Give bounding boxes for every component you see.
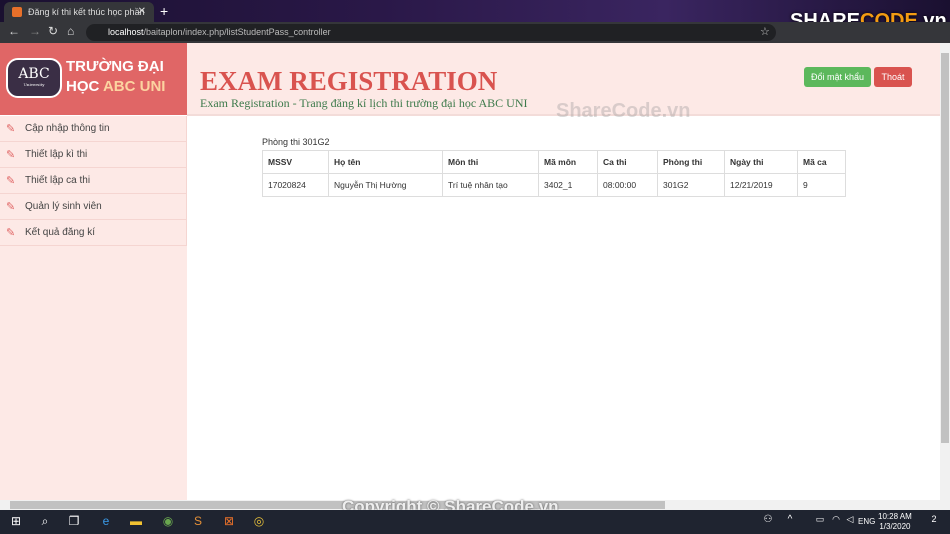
cell: 17020824 [262,173,329,197]
column-header: MSSV [262,150,329,174]
sublime-icon[interactable]: S [190,514,206,530]
cell: Nguyễn Thị Hường [328,173,443,197]
address-bar-row: ← → ↻ ⌂ localhost/baitaplon/index.php/li… [0,22,950,43]
cell: 12/21/2019 [724,173,798,197]
browser-tab[interactable]: Đăng kí thi kết thúc học phần ✕ [4,2,154,22]
university-logo: ABC University [6,58,62,98]
back-icon[interactable]: ← [8,24,20,38]
tab-title: Đăng kí thi kết thúc học phần [28,7,145,17]
search-icon[interactable]: ⌕ [37,514,53,530]
column-header: Môn thi [442,150,539,174]
column-header: Mã ca [797,150,846,174]
cell: 3402_1 [538,173,598,197]
sidebar: ✎ Cập nhập thông tin ✎ Thiết lập kì thi ✎ T… [0,116,187,500]
table-caption: Phòng thi 301G2 [262,137,330,147]
tray-chevron-icon[interactable]: ^ [782,514,798,530]
sidebar-item-shift-setup[interactable]: ✎ Thiết lập ca thi [0,168,187,194]
edge-icon[interactable]: e [98,514,114,530]
taskbar: ⊞ ⌕ ❐ e ▬ ◉ S ⊠ ◎ ⚇ ^ ▭ ◠ ◁ ENG 10:28 AM… [0,510,950,534]
notifications-icon[interactable]: 2 [926,514,942,530]
column-header: Phòng thi [657,150,725,174]
windows-start-icon[interactable]: ⊞ [8,514,24,530]
column-header: Ca thi [597,150,658,174]
app-icon[interactable]: ◉ [160,514,176,530]
close-tab-icon[interactable]: ✕ [138,6,146,17]
task-view-icon[interactable]: ❐ [66,514,82,530]
people-icon[interactable]: ⚇ [760,514,776,530]
watermark: ShareCode.vn [556,100,691,122]
sidebar-item-exam-setup[interactable]: ✎ Thiết lập kì thi [0,142,187,168]
favicon-icon [12,7,22,17]
page-subtitle: Exam Registration - Trang đăng kí lịch t… [200,96,528,110]
xampp-icon[interactable]: ⊠ [221,514,237,530]
cell: 08:00:00 [597,173,658,197]
list-icon: ✎ [6,175,16,187]
brand-block: ABC University TRƯỜNG ĐẠI HỌC ABC UNI [0,43,187,115]
cell: 9 [797,173,846,197]
page-title: EXAM REGISTRATION [200,66,498,96]
sidebar-item-update-info[interactable]: ✎ Cập nhập thông tin [0,116,187,142]
sidebar-item-results[interactable]: ✎ Kết quả đăng kí [0,220,187,246]
url-input[interactable]: localhost/baitaplon/index.php/listStuden… [86,24,776,41]
reload-icon[interactable]: ↻ [48,24,58,38]
column-header: Mã môn [538,150,598,174]
forward-icon[interactable]: → [29,24,41,38]
sidebar-item-students[interactable]: ✎ Quản lý sinh viên [0,194,187,220]
list-icon: ✎ [6,149,16,161]
new-tab-icon[interactable]: + [160,3,168,19]
main-content: Phòng thi 301G2 MSSV Họ tên Môn thi Mã m… [262,137,846,197]
language-indicator[interactable]: ENG [858,517,875,533]
change-password-button[interactable]: Đổi mật khẩu [804,67,871,87]
clock[interactable]: 10:28 AM 1/3/2020 [878,512,912,532]
university-name: TRƯỜNG ĐẠI HỌC ABC UNI [66,58,166,95]
table-row: 17020824 Nguyễn Thị Hường Trí tuệ nhân t… [262,173,846,197]
list-icon: ✎ [6,201,16,213]
vertical-scrollbar[interactable] [940,43,950,500]
list-icon: ✎ [6,227,16,239]
home-icon[interactable]: ⌂ [67,24,74,38]
browser-tab-bar: Đăng kí thi kết thúc học phần ✕ + SHARECO… [0,0,950,32]
list-icon: ✎ [6,123,16,135]
battery-icon[interactable]: ▭ [812,514,828,530]
cell: 301G2 [657,173,725,197]
bookmark-star-icon[interactable]: ☆ [760,25,770,38]
logout-button[interactable]: Thoát [874,67,912,87]
file-explorer-icon[interactable]: ▬ [128,514,144,530]
student-table: MSSV Họ tên Môn thi Mã môn Ca thi Phòng … [262,150,846,197]
chrome-icon[interactable]: ◎ [251,514,267,530]
column-header: Ngày thi [724,150,798,174]
volume-icon[interactable]: ◁ [842,514,858,530]
cell: Trí tuệ nhân tạo [442,173,539,197]
column-header: Họ tên [328,150,443,174]
